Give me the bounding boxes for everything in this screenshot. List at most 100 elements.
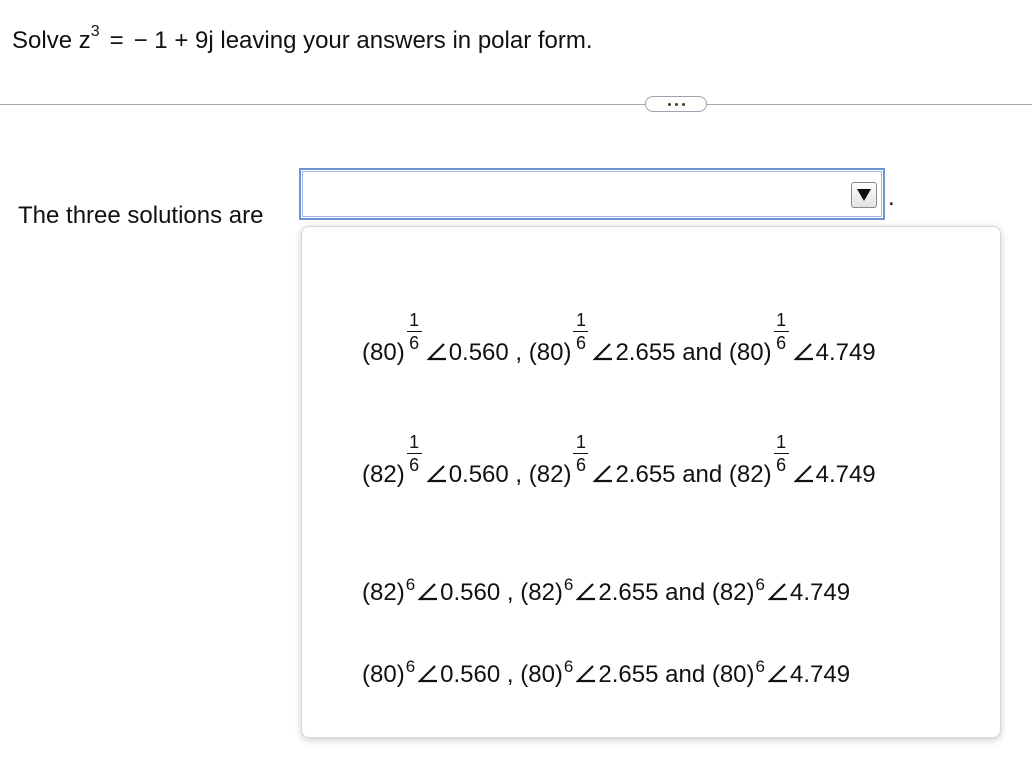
option-base: (82) bbox=[520, 579, 563, 606]
angle-symbol bbox=[593, 461, 615, 489]
option-exponent: 6 bbox=[405, 575, 416, 594]
exponent-numerator: 1 bbox=[776, 309, 787, 330]
option-base: (80) bbox=[520, 661, 563, 688]
exponent-numerator: 1 bbox=[409, 309, 420, 330]
option-exponent: 6 bbox=[755, 657, 765, 676]
angle-symbol bbox=[426, 461, 449, 489]
option-term: (80) 1 6 bbox=[528, 310, 589, 367]
option-angle-value: 2.655 bbox=[598, 579, 659, 606]
exponent-numerator: 1 bbox=[409, 431, 420, 452]
exponent-denominator: 6 bbox=[409, 455, 420, 475]
angle-symbol bbox=[793, 461, 816, 489]
option-base: (80) bbox=[711, 661, 755, 688]
option-exponent-fraction: 16 bbox=[773, 309, 789, 353]
angle-symbol bbox=[593, 339, 615, 367]
angle-icon bbox=[576, 665, 596, 683]
option-exponent: 6 bbox=[563, 575, 574, 594]
angle-symbol bbox=[768, 579, 790, 607]
option-separator: , bbox=[515, 461, 523, 488]
divider bbox=[0, 104, 1032, 105]
question-exponent: 3 bbox=[90, 23, 100, 40]
option-term: (82) 1 6 bbox=[528, 432, 589, 489]
dropdown-option-2[interactable]: (82) 1 6 0.560 , (82) 1 6 2.655 and (82) 1 6 4.74… bbox=[362, 432, 876, 521]
option-angle-value: 0.560 bbox=[448, 339, 509, 366]
option-term: (80) 1 6 bbox=[362, 310, 422, 367]
question-text: Solve z3 = − 1 + 9j leaving your answers i… bbox=[12, 18, 593, 55]
angle-symbol bbox=[426, 339, 449, 367]
option-term: (80) 1 6 bbox=[728, 310, 789, 367]
option-base: (82) bbox=[728, 461, 772, 488]
angle-icon bbox=[426, 343, 446, 361]
exponent-denominator: 6 bbox=[575, 333, 586, 353]
option-base: (82) bbox=[528, 461, 572, 488]
option-angle-value: 0.560 bbox=[448, 461, 509, 488]
angle-symbol bbox=[576, 661, 598, 689]
option-angle-value: 2.655 bbox=[615, 339, 676, 366]
angle-icon bbox=[576, 583, 596, 601]
option-exponent-fraction: 16 bbox=[406, 309, 422, 353]
option-angle-value: 4.749 bbox=[790, 579, 851, 606]
page-root: Solve z3 = − 1 + 9j leaving your answers i… bbox=[0, 0, 1032, 766]
option-angle-value: 4.749 bbox=[815, 339, 876, 366]
angle-symbol bbox=[418, 661, 440, 689]
dropdown-menu: (80) 1 6 0.560 , (80) 1 6 2.655 and (80) 1 6 4.74… bbox=[301, 226, 1001, 738]
angle-symbol bbox=[793, 339, 816, 367]
option-angle-value: 0.560 bbox=[440, 579, 501, 606]
exponent-denominator: 6 bbox=[776, 455, 787, 475]
answer-dropdown[interactable] bbox=[299, 168, 885, 220]
option-separator: , bbox=[506, 579, 514, 606]
option-exponent: 6 bbox=[563, 657, 574, 676]
option-exponent-fraction: 16 bbox=[773, 431, 789, 475]
option-base: (82) bbox=[362, 579, 405, 606]
exponent-numerator: 1 bbox=[776, 431, 787, 452]
angle-symbol bbox=[418, 579, 440, 607]
angle-icon bbox=[793, 343, 813, 361]
angle-icon bbox=[426, 465, 446, 483]
option-separator: and bbox=[665, 579, 706, 606]
option-angle-value: 2.655 bbox=[615, 461, 676, 488]
question-equals: = bbox=[109, 27, 124, 54]
option-separator: and bbox=[682, 461, 723, 488]
angle-icon bbox=[768, 583, 787, 601]
option-angle-value: 4.749 bbox=[790, 661, 851, 688]
dropdown-option-1[interactable]: (80) 1 6 0.560 , (80) 1 6 2.655 and (80) 1 6 4.74… bbox=[362, 310, 876, 399]
trailing-period: . bbox=[888, 184, 895, 211]
option-base: (80) bbox=[528, 339, 572, 366]
angle-symbol bbox=[576, 579, 598, 607]
question-rhs: − 1 + 9j leaving your answers in polar f… bbox=[133, 27, 593, 54]
exponent-denominator: 6 bbox=[575, 455, 586, 475]
option-base: (82) bbox=[711, 579, 755, 606]
option-separator: and bbox=[665, 661, 706, 688]
angle-icon bbox=[418, 665, 438, 683]
option-base: (82) bbox=[362, 461, 405, 488]
angle-icon bbox=[593, 465, 613, 483]
option-base: (80) bbox=[362, 661, 405, 688]
dropdown-option-4[interactable]: (80)6 0.560 , (80)6 2.655 and (80)6 4.749 bbox=[362, 657, 850, 717]
more-button[interactable] bbox=[645, 96, 707, 112]
option-exponent-fraction: 16 bbox=[573, 309, 589, 353]
angle-icon bbox=[418, 583, 438, 601]
option-exponent: 6 bbox=[405, 657, 416, 676]
option-base: (80) bbox=[728, 339, 772, 366]
exponent-numerator: 1 bbox=[575, 309, 586, 330]
question-prefix: Solve z bbox=[12, 27, 91, 54]
option-separator: , bbox=[506, 661, 514, 688]
angle-icon bbox=[593, 343, 613, 361]
exponent-numerator: 1 bbox=[575, 431, 586, 452]
option-exponent-fraction: 16 bbox=[406, 431, 422, 475]
option-separator: , bbox=[515, 339, 523, 366]
exponent-denominator: 6 bbox=[776, 333, 787, 353]
option-term: (82) 1 6 bbox=[728, 432, 789, 489]
solutions-label: The three solutions are bbox=[18, 202, 264, 229]
option-exponent-fraction: 16 bbox=[573, 431, 589, 475]
dropdown-arrow-button[interactable] bbox=[851, 182, 877, 208]
option-angle-value: 2.655 bbox=[598, 661, 659, 688]
angle-icon bbox=[793, 465, 813, 483]
angle-icon bbox=[768, 665, 787, 683]
option-angle-value: 4.749 bbox=[815, 461, 876, 488]
angle-symbol bbox=[768, 661, 790, 689]
ellipsis-icon bbox=[667, 102, 671, 106]
option-term: (82) 1 6 bbox=[362, 432, 422, 489]
dropdown-triangle-icon bbox=[857, 189, 871, 201]
dropdown-option-3[interactable]: (82)6 0.560 , (82)6 2.655 and (82)6 4.749 bbox=[362, 575, 850, 635]
